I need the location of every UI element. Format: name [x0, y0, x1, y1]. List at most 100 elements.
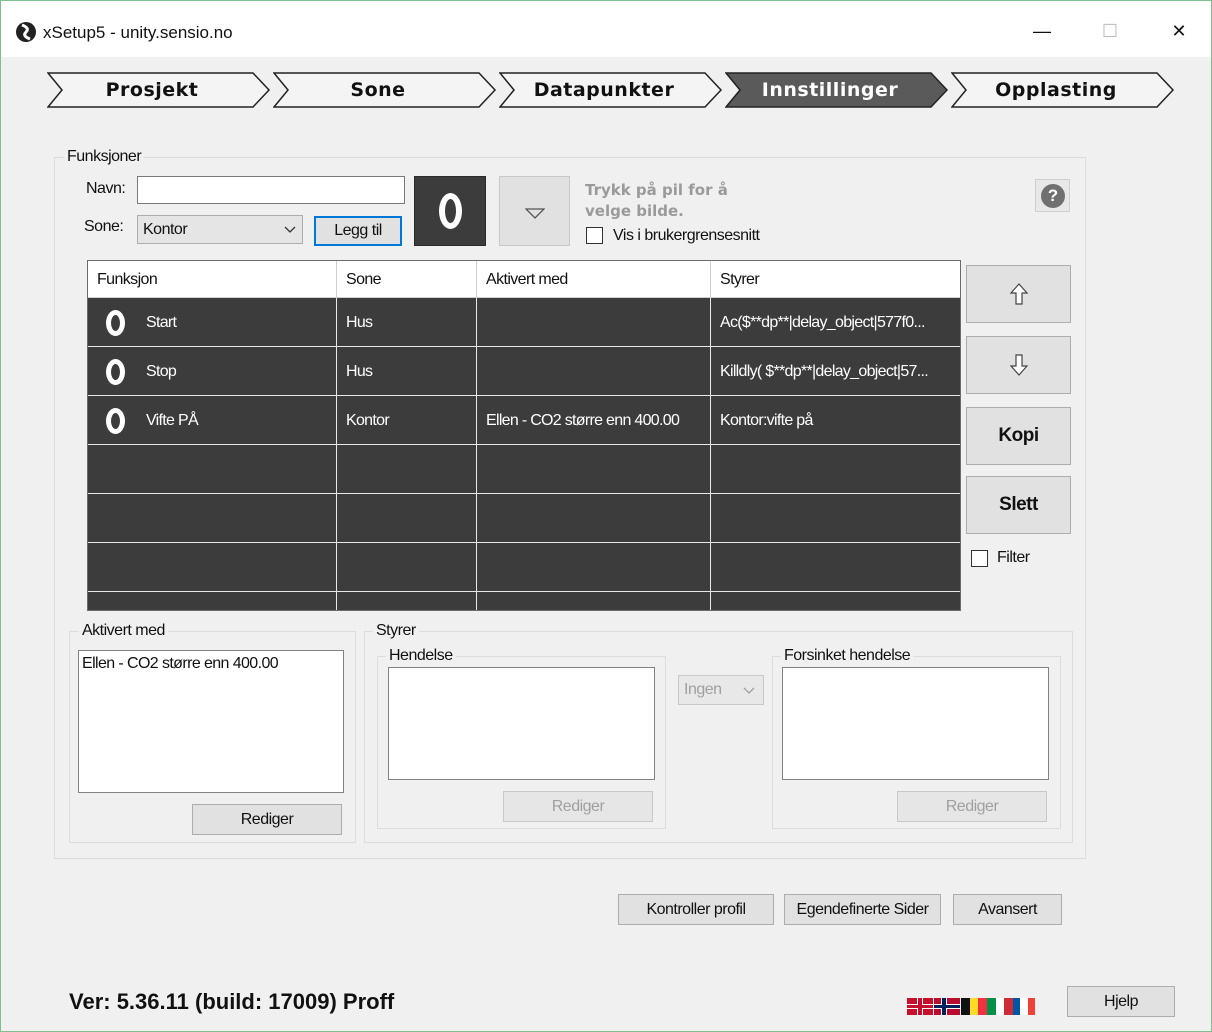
- image-picker-button[interactable]: [499, 176, 570, 246]
- slett-button[interactable]: Slett: [966, 476, 1071, 534]
- funksjoner-table[interactable]: Funksjon Sone Aktivert med Styrer Start …: [87, 260, 961, 611]
- cell-aktivert-med: Ellen - CO2 større enn 400.00: [477, 396, 711, 445]
- aktivert-med-label: Aktivert med: [79, 622, 168, 640]
- cell-funksjon-text: Vifte PÅ: [146, 412, 199, 429]
- step-datapunkter[interactable]: Datapunkter: [499, 72, 723, 108]
- chevron-down-icon: [743, 687, 755, 694]
- empty-cell: [88, 543, 337, 592]
- vis-i-brukergrensesnitt-label: Vis i brukergrensesnitt: [613, 227, 760, 244]
- cell-sone: Hus: [337, 347, 477, 396]
- move-down-button[interactable]: [966, 336, 1071, 394]
- ingen-select-value: Ingen: [684, 681, 722, 698]
- hendelse-rediger-button[interactable]: Rediger: [503, 791, 653, 822]
- ring-icon: [439, 193, 462, 229]
- cell-funksjon-text: Stop: [146, 363, 177, 380]
- step-label: Datapunkter: [533, 79, 675, 101]
- flag-norway-icon[interactable]: [934, 998, 960, 1015]
- hjelp-button[interactable]: Hjelp: [1067, 986, 1175, 1017]
- column-header-styrer[interactable]: Styrer: [711, 261, 960, 298]
- empty-cell: [711, 494, 960, 543]
- empty-cell: [88, 494, 337, 543]
- empty-row: [88, 445, 960, 494]
- step-label: Prosjekt: [105, 79, 199, 101]
- navn-label: Navn:: [86, 180, 126, 197]
- move-up-button[interactable]: [966, 265, 1071, 323]
- empty-cell: [88, 445, 337, 494]
- function-image-preview: [414, 176, 486, 246]
- vis-i-brukergrensesnitt-checkbox[interactable]: [586, 227, 603, 244]
- triangle-down-icon: [525, 208, 545, 219]
- cell-funksjon: Start: [88, 298, 337, 347]
- cell-styrer: Ac($**dp**|delay_object|577f0...: [720, 314, 925, 331]
- arrow-up-icon: [1009, 283, 1028, 305]
- image-picker-hint: Trykk på pil for å velge bilde.: [585, 181, 728, 220]
- empty-cell: [477, 445, 711, 494]
- column-header-funksjon[interactable]: Funksjon: [88, 261, 337, 298]
- empty-cell: [711, 445, 960, 494]
- funksjoner-group-label: Funksjoner: [64, 148, 145, 166]
- forsinket-hendelse-list[interactable]: [782, 667, 1049, 780]
- cell-aktivert-med: [477, 347, 711, 396]
- cell-styrer: Kontor:vifte på: [720, 412, 813, 429]
- step-label: Innstillinger: [761, 79, 899, 101]
- column-header-aktivert-med[interactable]: Aktivert med: [477, 261, 711, 298]
- ring-icon: [106, 359, 125, 385]
- styrer-label: Styrer: [373, 622, 419, 640]
- forsinket-rediger-button[interactable]: Rediger: [897, 791, 1047, 822]
- empty-cell: [477, 592, 711, 610]
- flag-uk-icon[interactable]: [907, 998, 933, 1015]
- empty-row: [88, 592, 960, 610]
- ingen-select[interactable]: Ingen: [678, 675, 764, 705]
- step-opplasting[interactable]: Opplasting: [951, 72, 1175, 108]
- aktivert-med-rediger-button[interactable]: Rediger: [192, 804, 342, 835]
- hendelse-list[interactable]: [388, 667, 655, 780]
- navn-input[interactable]: [137, 176, 405, 204]
- empty-cell: [337, 494, 477, 543]
- minimize-button[interactable]: —: [1019, 13, 1065, 49]
- empty-row: [88, 543, 960, 592]
- help-button[interactable]: ?: [1035, 179, 1070, 212]
- flag-france-icon[interactable]: [1013, 998, 1035, 1015]
- legg-til-button[interactable]: Legg til: [314, 216, 402, 246]
- app-window: xSetup5 - unity.sensio.no — ☐ ✕ Prosjekt…: [0, 0, 1212, 1032]
- table-row[interactable]: Stop Hus Killdly( $**dp**|delay_object|5…: [88, 347, 960, 396]
- arrow-down-icon: [1009, 354, 1028, 376]
- kopi-button[interactable]: Kopi: [966, 407, 1071, 465]
- empty-cell: [337, 445, 477, 494]
- ring-icon: [106, 408, 125, 434]
- table-row[interactable]: Vifte PÅ Kontor Ellen - CO2 større enn 4…: [88, 396, 960, 445]
- step-sone[interactable]: Sone: [273, 72, 497, 108]
- maximize-button[interactable]: ☐: [1087, 13, 1133, 49]
- cell-funksjon: Vifte PÅ: [88, 396, 337, 445]
- step-prosjekt[interactable]: Prosjekt: [47, 72, 271, 108]
- egendefinerte-sider-button[interactable]: Egendefinerte Sider: [784, 894, 941, 925]
- sone-select-value: Kontor: [143, 221, 188, 238]
- step-innstillinger[interactable]: Innstillinger: [725, 72, 949, 108]
- kontroller-profil-button[interactable]: Kontroller profil: [618, 894, 774, 925]
- empty-cell: [711, 592, 960, 610]
- step-label: Sone: [350, 79, 406, 101]
- forsinket-hendelse-label: Forsinket hendelse: [781, 647, 914, 665]
- close-button[interactable]: ✕: [1156, 13, 1202, 49]
- hendelse-label: Hendelse: [386, 647, 456, 665]
- table-row[interactable]: Start Hus Ac($**dp**|delay_object|577f0.…: [88, 298, 960, 347]
- empty-cell: [477, 543, 711, 592]
- sone-select[interactable]: Kontor: [137, 215, 303, 244]
- filter-label: Filter: [997, 549, 1030, 566]
- empty-cell: [711, 543, 960, 592]
- ring-icon: [106, 310, 125, 336]
- sensio-logo-icon: [16, 22, 36, 42]
- title-bar: xSetup5 - unity.sensio.no — ☐ ✕: [1, 1, 1211, 57]
- cell-funksjon: Stop: [88, 347, 337, 396]
- cell-sone: Hus: [337, 298, 477, 347]
- step-label: Opplasting: [995, 79, 1117, 101]
- question-icon: ?: [1041, 184, 1065, 208]
- flag-italy-icon[interactable]: [987, 998, 1013, 1015]
- column-header-sone[interactable]: Sone: [337, 261, 477, 298]
- flag-belgium-icon[interactable]: [961, 998, 987, 1015]
- avansert-button[interactable]: Avansert: [953, 894, 1062, 925]
- cell-aktivert-med: [477, 298, 711, 347]
- filter-checkbox[interactable]: [971, 550, 988, 567]
- empty-row: [88, 494, 960, 543]
- aktivert-med-list[interactable]: Ellen - CO2 større enn 400.00: [78, 650, 344, 793]
